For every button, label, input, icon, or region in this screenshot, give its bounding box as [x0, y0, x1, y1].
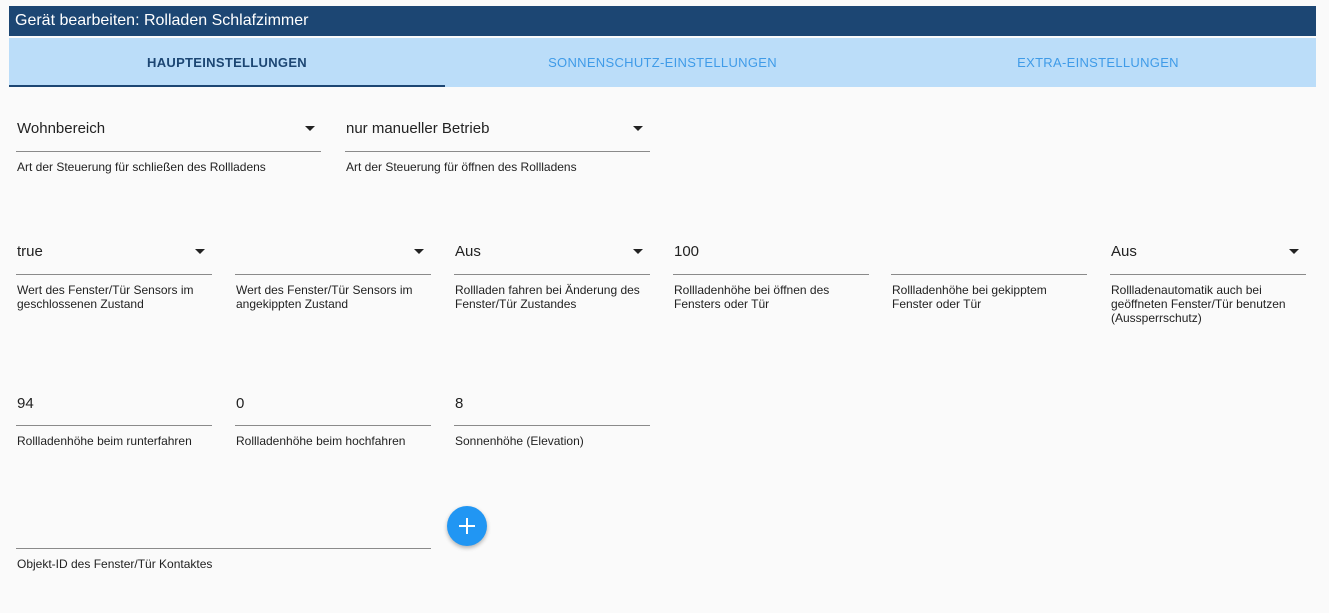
field-underline — [16, 151, 321, 152]
field-underline — [235, 274, 431, 275]
lockout-value: Aus — [1111, 243, 1137, 260]
tab-sonnenschutz-einstellungen[interactable]: SONNENSCHUTZ-EINSTELLUNGEN — [445, 38, 880, 87]
field-underline — [454, 274, 650, 275]
field-underline — [673, 274, 869, 275]
height-up-label: Rollladenhöhe beim hochfahren — [236, 434, 406, 448]
tab-extra-einstellungen[interactable]: EXTRA-EINSTELLUNGEN — [880, 38, 1316, 87]
sensor-tilted-label: Wert des Fenster/Tür Sensors im angekipp… — [236, 283, 413, 311]
height-tilted-input[interactable]: Rollladenhöhe bei gekipptem Fenster oder… — [891, 235, 1087, 330]
open-control-select[interactable]: nur manueller Betrieb Art der Steuerung … — [345, 112, 650, 182]
height-down-label: Rollladenhöhe beim runterfahren — [17, 434, 192, 448]
sensor-tilted-select[interactable]: Wert des Fenster/Tür Sensors im angekipp… — [235, 235, 431, 330]
contact-id-input[interactable]: Objekt-ID des Fenster/Tür Kontaktes — [16, 510, 431, 575]
dropdown-arrow-icon — [633, 249, 643, 254]
drive-on-change-label: Rollladen fahren bei Änderung des Fenste… — [455, 283, 640, 311]
dropdown-arrow-icon — [414, 249, 424, 254]
lockout-label: Rollladenautomatik auch bei geöffneten F… — [1111, 283, 1286, 325]
height-open-label: Rollladenhöhe bei öffnen des Fensters od… — [674, 283, 830, 311]
elevation-input[interactable]: 8 Sonnenhöhe (Elevation) — [454, 387, 650, 452]
sensor-closed-select[interactable]: true Wert des Fenster/Tür Sensors im ges… — [16, 235, 212, 330]
add-button[interactable] — [447, 506, 487, 546]
field-underline — [345, 151, 650, 152]
drive-on-change-value: Aus — [455, 243, 481, 260]
field-underline — [891, 274, 1087, 275]
height-down-value: 94 — [17, 395, 34, 412]
height-tilted-label: Rollladenhöhe bei gekipptem Fenster oder… — [892, 283, 1047, 311]
tab-bar: HAUPTEINSTELLUNGEN SONNENSCHUTZ-EINSTELL… — [9, 38, 1316, 87]
height-up-input[interactable]: 0 Rollladenhöhe beim hochfahren — [235, 387, 431, 452]
dropdown-arrow-icon — [195, 249, 205, 254]
dropdown-arrow-icon — [633, 126, 643, 131]
dropdown-arrow-icon — [305, 126, 315, 131]
tab-haupteinstellungen[interactable]: HAUPTEINSTELLUNGEN — [9, 38, 445, 87]
elevation-value: 8 — [455, 395, 464, 412]
dialog-title: Gerät bearbeiten: Rolladen Schlafzimmer — [9, 6, 1316, 36]
drive-on-change-select[interactable]: Aus Rollladen fahren bei Änderung des Fe… — [454, 235, 650, 330]
field-underline — [454, 425, 650, 426]
open-control-label: Art der Steuerung für öffnen des Rolllad… — [346, 160, 577, 174]
field-underline — [16, 274, 212, 275]
height-down-input[interactable]: 94 Rollladenhöhe beim runterfahren — [16, 387, 212, 452]
close-control-label: Art der Steuerung für schließen des Roll… — [17, 160, 266, 174]
height-up-value: 0 — [236, 395, 245, 412]
close-control-select[interactable]: Wohnbereich Art der Steuerung für schlie… — [16, 112, 321, 182]
field-underline — [1110, 274, 1306, 275]
contact-id-label: Objekt-ID des Fenster/Tür Kontaktes — [17, 557, 213, 571]
sensor-closed-value: true — [17, 243, 43, 260]
close-control-value: Wohnbereich — [17, 120, 106, 137]
field-underline — [16, 548, 431, 549]
sensor-closed-label: Wert des Fenster/Tür Sensors im geschlos… — [17, 283, 194, 311]
field-underline — [16, 425, 212, 426]
active-tab-indicator — [9, 85, 445, 87]
height-open-input[interactable]: 100 Rollladenhöhe bei öffnen des Fenster… — [673, 235, 869, 330]
height-open-value: 100 — [674, 243, 700, 260]
elevation-label: Sonnenhöhe (Elevation) — [455, 434, 584, 448]
field-underline — [235, 425, 431, 426]
lockout-select[interactable]: Aus Rollladenautomatik auch bei geöffnet… — [1110, 235, 1306, 330]
open-control-value: nur manueller Betrieb — [346, 120, 490, 137]
dropdown-arrow-icon — [1289, 249, 1299, 254]
